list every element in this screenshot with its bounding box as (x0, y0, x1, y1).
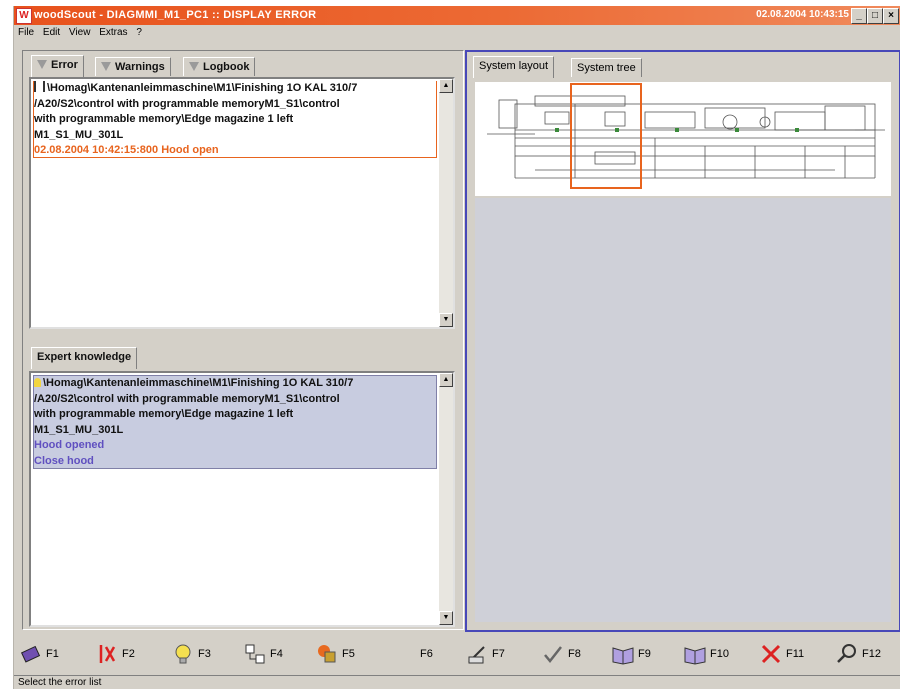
error-list[interactable]: \Homag\Kantenanleimmaschine\M1\Finishing… (29, 77, 455, 329)
minimize-button[interactable]: _ (851, 8, 867, 24)
f6-button[interactable]: F6 (420, 640, 433, 668)
f5-button[interactable]: F5 (316, 640, 355, 668)
error-path-line: with programmable memory\Edge magazine 1… (34, 113, 294, 125)
menu-help[interactable]: ? (136, 27, 142, 38)
tab-system-layout[interactable]: System layout (473, 56, 555, 78)
filter-icon (101, 62, 111, 71)
system-layout-view[interactable] (475, 82, 891, 196)
app-window: W woodScout - DIAGMMI_M1_PC1 :: DISPLAY … (13, 6, 900, 689)
f2-label: F2 (122, 648, 135, 660)
status-bar: Select the error list (14, 675, 900, 690)
f10-label: F10 (710, 648, 729, 660)
quill-icon (466, 643, 488, 665)
woodscout-app-icon[interactable]: W (16, 8, 32, 24)
f7-label: F7 (492, 648, 505, 660)
f4-label: F4 (270, 648, 283, 660)
close-button[interactable]: × (883, 8, 899, 24)
filter-icon (189, 62, 199, 71)
checkmark-icon (542, 643, 564, 665)
tab-error-label: Error (51, 59, 78, 71)
expert-path-line: \Homag\Kantenanleimmaschine\M1\Finishing… (34, 376, 436, 392)
shapes-icon (316, 643, 338, 665)
tab-logbook[interactable]: Logbook (183, 57, 256, 76)
error-path-line: \Homag\Kantenanleimmaschine\M1\Finishing… (34, 81, 436, 97)
machine-layout-drawing (487, 83, 885, 189)
right-pane: System layout System tree (465, 50, 900, 632)
book-icon (20, 643, 42, 665)
expert-entry[interactable]: \Homag\Kantenanleimmaschine\M1\Finishing… (33, 375, 437, 469)
tab-logbook-label: Logbook (203, 61, 250, 73)
f1-button[interactable]: F1 (20, 640, 59, 668)
expert-path-line: /A20/S2\control with programmable memory… (34, 392, 340, 405)
f5-label: F5 (342, 648, 355, 660)
error-list-scrollbar[interactable]: ▲ ▼ (439, 79, 453, 327)
tab-error[interactable]: Error (31, 55, 84, 77)
expert-list-scrollbar[interactable]: ▲ ▼ (439, 373, 453, 625)
expert-tabs: Expert knowledge (31, 347, 171, 369)
f6-label: F6 (420, 648, 433, 660)
left-pane: Error Warnings Logbook \Homag\Kantenanle… (22, 50, 464, 630)
f11-button[interactable]: F11 (760, 640, 804, 668)
f2-button[interactable]: F2 (96, 640, 135, 668)
error-flag-icon (34, 81, 45, 92)
f3-label: F3 (198, 648, 211, 660)
menu-edit[interactable]: Edit (43, 27, 60, 38)
f10-button[interactable]: F10 (684, 640, 729, 668)
error-path-line: /A20/S2\control with programmable memory… (34, 97, 340, 110)
menu-view[interactable]: View (69, 27, 91, 38)
title-bar: W woodScout - DIAGMMI_M1_PC1 :: DISPLAY … (14, 6, 900, 25)
error-entry[interactable]: \Homag\Kantenanleimmaschine\M1\Finishing… (33, 81, 437, 158)
f4-button[interactable]: F4 (244, 640, 283, 668)
expert-path-line: M1_S1_MU_301L (34, 423, 124, 436)
magnifier-icon (836, 643, 858, 665)
tree-view-icon (244, 643, 266, 665)
expert-path-line: with programmable memory\Edge magazine 1… (34, 408, 294, 420)
lightbulb-icon (172, 643, 194, 665)
filter-icon (37, 60, 47, 69)
window-title: woodScout - DIAGMMI_M1_PC1 :: DISPLAY ER… (34, 9, 317, 21)
scroll-up-button[interactable]: ▲ (439, 79, 453, 93)
function-key-toolbar: F1 F2 F3 F4 F5 F6 F7 F8 F9 F10 F11 F12 (14, 634, 900, 674)
f9-button[interactable]: F9 (612, 640, 651, 668)
scroll-down-button[interactable]: ▼ (439, 313, 453, 327)
restore-button[interactable]: □ (867, 8, 883, 24)
title-clock: 02.08.2004 10:43:15 (756, 9, 849, 20)
f1-label: F1 (46, 648, 59, 660)
error-tabs: Error Warnings Logbook (31, 55, 291, 77)
f8-label: F8 (568, 648, 581, 660)
f9-label: F9 (638, 648, 651, 660)
layout-detail-area (475, 198, 891, 622)
expert-cause[interactable]: Hood opened (34, 438, 436, 454)
error-path-line: M1_S1_MU_301L (34, 128, 124, 141)
status-text: Select the error list (18, 677, 102, 688)
open-book-icon (684, 643, 706, 665)
f12-button[interactable]: F12 (836, 640, 881, 668)
tab-warnings[interactable]: Warnings (95, 57, 171, 76)
f12-label: F12 (862, 648, 881, 660)
layout-tabs: System layout System tree (473, 56, 673, 78)
f11-label: F11 (786, 648, 805, 660)
expert-knowledge-list[interactable]: \Homag\Kantenanleimmaschine\M1\Finishing… (29, 371, 455, 627)
lightbulb-icon (34, 378, 41, 387)
scroll-up-button[interactable]: ▲ (439, 373, 453, 387)
tab-system-tree[interactable]: System tree (571, 58, 642, 77)
f8-button[interactable]: F8 (542, 640, 581, 668)
tab-warnings-label: Warnings (115, 61, 165, 73)
f3-button[interactable]: F3 (172, 640, 211, 668)
error-flag-icon (96, 643, 118, 665)
cancel-icon (760, 643, 782, 665)
menu-extras[interactable]: Extras (99, 27, 127, 38)
scroll-down-button[interactable]: ▼ (439, 611, 453, 625)
selected-unit-marker (570, 83, 642, 189)
menu-file[interactable]: File (18, 27, 34, 38)
tab-expert-knowledge[interactable]: Expert knowledge (31, 347, 138, 369)
error-timestamp: 02.08.2004 10:42:15:800 Hood open (34, 144, 219, 156)
menu-bar: File Edit View Extras ? (14, 26, 900, 42)
open-book-icon (612, 643, 634, 665)
f7-button[interactable]: F7 (466, 640, 505, 668)
expert-remedy[interactable]: Close hood (34, 454, 436, 470)
